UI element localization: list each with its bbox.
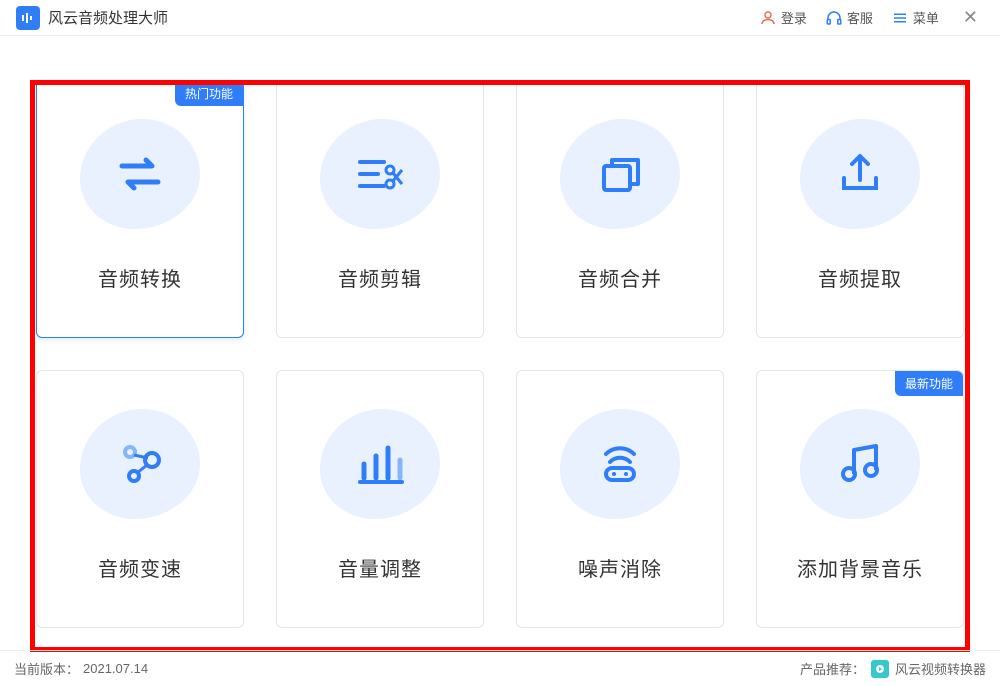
- app-title: 风云音频处理大师: [48, 7, 168, 28]
- version-value: 2021.07.14: [83, 661, 148, 676]
- extract-icon: [830, 144, 890, 204]
- menu-icon: [891, 9, 909, 27]
- card-audio-speed[interactable]: 音频变速: [36, 370, 244, 628]
- icon-bg: [560, 409, 680, 519]
- icon-bg: [800, 409, 920, 519]
- support-button[interactable]: 客服: [825, 8, 873, 27]
- card-audio-cut[interactable]: 音频剪辑: [276, 80, 484, 338]
- card-label: 音频提取: [818, 263, 902, 292]
- card-volume-adjust[interactable]: 音量调整: [276, 370, 484, 628]
- card-label: 音量调整: [338, 553, 422, 582]
- card-label: 噪声消除: [578, 553, 662, 582]
- denoise-icon: [590, 434, 650, 494]
- login-button[interactable]: 登录: [759, 8, 807, 27]
- icon-bg: [560, 119, 680, 229]
- headphones-icon: [825, 9, 843, 27]
- card-add-bgm[interactable]: 最新功能 添加背景音乐: [756, 370, 964, 628]
- icon-bg: [320, 119, 440, 229]
- recommend-app-icon: [871, 660, 889, 678]
- logo-equalizer-icon: [21, 11, 35, 25]
- user-icon: [759, 9, 777, 27]
- icon-bg: [80, 409, 200, 519]
- card-audio-extract[interactable]: 音频提取: [756, 80, 964, 338]
- merge-icon: [590, 144, 650, 204]
- app-logo: [16, 6, 40, 30]
- close-icon: ✕: [963, 7, 978, 27]
- cut-icon: [350, 144, 410, 204]
- main-content: 热门功能 音频转换 音频剪辑: [0, 36, 1000, 648]
- icon-bg: [80, 119, 200, 229]
- header-actions: 登录 客服 菜单 ✕: [759, 7, 984, 28]
- hot-badge: 热门功能: [175, 81, 243, 106]
- speed-icon: [110, 434, 170, 494]
- support-label: 客服: [847, 8, 873, 27]
- card-label: 音频剪辑: [338, 263, 422, 292]
- card-audio-merge[interactable]: 音频合并: [516, 80, 724, 338]
- icon-bg: [800, 119, 920, 229]
- card-noise-remove[interactable]: 噪声消除: [516, 370, 724, 628]
- recommend-label: 产品推荐：: [800, 659, 865, 678]
- version-info: 当前版本： 2021.07.14: [14, 659, 148, 678]
- volume-icon: [350, 434, 410, 494]
- recommend-product-link[interactable]: 风云视频转换器: [895, 659, 986, 678]
- card-audio-convert[interactable]: 热门功能 音频转换: [36, 80, 244, 338]
- close-button[interactable]: ✕: [957, 7, 984, 28]
- feature-grid: 热门功能 音频转换 音频剪辑: [36, 80, 964, 628]
- bgm-icon: [830, 434, 890, 494]
- version-label: 当前版本：: [14, 659, 79, 678]
- card-label: 音频转换: [98, 263, 182, 292]
- card-label: 添加背景音乐: [797, 553, 923, 582]
- icon-bg: [320, 409, 440, 519]
- card-label: 音频变速: [98, 553, 182, 582]
- menu-label: 菜单: [913, 8, 939, 27]
- new-badge: 最新功能: [895, 371, 963, 396]
- footer-bar: 当前版本： 2021.07.14 产品推荐： 风云视频转换器: [0, 650, 1000, 686]
- recommend-section: 产品推荐： 风云视频转换器: [800, 659, 986, 678]
- app-header: 风云音频处理大师 登录 客服 菜单: [0, 0, 1000, 36]
- menu-button[interactable]: 菜单: [891, 8, 939, 27]
- login-label: 登录: [781, 8, 807, 27]
- card-label: 音频合并: [578, 263, 662, 292]
- convert-icon: [110, 144, 170, 204]
